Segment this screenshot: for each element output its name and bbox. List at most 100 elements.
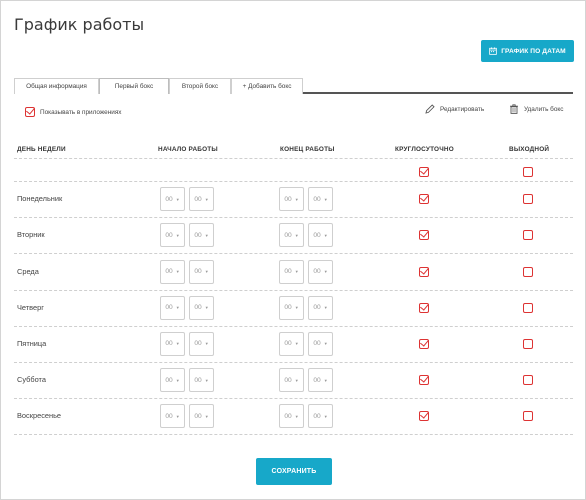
tab-label: Первый бокс	[114, 83, 154, 90]
column-header-start: НАЧАЛО РАБОТЫ	[158, 146, 218, 153]
select-value: 00	[313, 231, 321, 239]
dayoff-checkbox[interactable]	[523, 411, 533, 422]
tab-general-info[interactable]: Общая информация	[14, 78, 99, 94]
allday-checkbox[interactable]	[419, 266, 429, 277]
start-minute-select[interactable]: 00 ▼	[189, 187, 214, 212]
end-minute-select[interactable]: 00 ▼	[308, 368, 333, 393]
row-divider	[14, 398, 573, 400]
all-days-allday-checkbox[interactable]	[419, 167, 429, 177]
caret-down-icon: ▼	[204, 305, 209, 311]
start-minute-select[interactable]: 00 ▼	[189, 368, 214, 393]
row-divider	[14, 325, 573, 327]
tab-second-box[interactable]: Второй бокс	[169, 78, 231, 94]
allday-checkbox[interactable]	[419, 338, 429, 349]
start-hour-select[interactable]: 00 ▼	[160, 187, 185, 212]
caret-down-icon: ▼	[294, 196, 299, 202]
end-hour-select[interactable]: 00 ▼	[279, 331, 304, 356]
row-divider	[14, 217, 573, 219]
end-minute-select[interactable]: 00 ▼	[308, 187, 333, 212]
schedule-by-dates-button[interactable]: ГРАФИК ПО ДАТАМ	[481, 40, 574, 62]
start-minute-select[interactable]: 00 ▼	[189, 223, 214, 248]
caret-down-icon: ▼	[204, 413, 209, 419]
caret-down-icon: ▼	[204, 269, 209, 274]
caret-down-icon: ▼	[323, 377, 328, 383]
row-divider	[14, 181, 573, 182]
end-minute-select[interactable]: 00 ▼	[308, 223, 333, 248]
start-minute-select[interactable]: 00 ▼	[189, 404, 214, 429]
start-hour-select[interactable]: 00 ▼	[160, 368, 185, 393]
start-hour-select[interactable]: 00 ▼	[160, 404, 185, 429]
delete-box-button[interactable]: Удалить бокс	[509, 104, 563, 114]
end-minute-select[interactable]: 00 ▼	[308, 259, 333, 284]
caret-down-icon: ▼	[323, 232, 328, 238]
end-hour-select[interactable]: 00 ▼	[279, 404, 304, 429]
pencil-icon	[425, 104, 435, 114]
caret-down-icon: ▼	[294, 377, 299, 383]
dayoff-checkbox[interactable]	[523, 230, 533, 241]
show-in-app-checkbox[interactable]	[25, 107, 35, 117]
dayoff-checkbox[interactable]	[523, 194, 533, 205]
select-value: 00	[284, 304, 292, 312]
dayoff-checkbox[interactable]	[523, 302, 533, 313]
dayoff-checkbox[interactable]	[523, 266, 533, 277]
end-hour-select[interactable]: 00 ▼	[279, 187, 304, 212]
show-in-app-option: Показывать в приложениях	[25, 107, 121, 117]
start-minute-select[interactable]: 00 ▼	[189, 295, 214, 320]
start-hour-select[interactable]: 00 ▼	[160, 223, 185, 248]
caret-down-icon: ▼	[323, 196, 328, 202]
select-value: 00	[165, 376, 173, 384]
select-value: 00	[284, 268, 292, 275]
caret-down-icon: ▼	[204, 196, 209, 202]
end-hour-select[interactable]: 00 ▼	[279, 223, 304, 248]
allday-checkbox[interactable]	[419, 194, 429, 205]
dayoff-checkbox[interactable]	[523, 338, 533, 349]
trash-icon	[510, 104, 518, 114]
caret-down-icon: ▼	[175, 196, 180, 202]
column-header-dayoff: ВЫХОДНОЙ	[509, 146, 550, 153]
day-label: Вторник	[17, 230, 45, 240]
edit-label: Редактировать	[440, 105, 485, 113]
end-minute-select[interactable]: 00 ▼	[308, 404, 333, 429]
end-hour-select[interactable]: 00 ▼	[279, 295, 304, 320]
start-minute-select[interactable]: 00 ▼	[189, 331, 214, 356]
select-value: 00	[165, 340, 173, 348]
select-value: 00	[313, 376, 321, 384]
save-button[interactable]: СОХРАНИТЬ	[256, 458, 332, 485]
select-value: 00	[165, 231, 173, 239]
edit-button[interactable]: Редактировать	[425, 104, 484, 114]
tab-first-box[interactable]: Первый бокс	[99, 78, 169, 94]
day-label: Суббота	[17, 375, 46, 385]
caret-down-icon: ▼	[294, 305, 299, 311]
row-divider	[14, 434, 573, 436]
dayoff-checkbox[interactable]	[523, 375, 533, 386]
select-value: 00	[313, 268, 321, 275]
select-value: 00	[313, 412, 321, 420]
select-value: 00	[165, 268, 173, 275]
allday-checkbox[interactable]	[419, 411, 429, 422]
all-days-dayoff-checkbox[interactable]	[523, 167, 533, 177]
caret-down-icon: ▼	[294, 413, 299, 419]
day-label: Понедельник	[17, 194, 63, 204]
end-minute-select[interactable]: 00 ▼	[308, 331, 333, 356]
end-hour-select[interactable]: 00 ▼	[279, 259, 304, 284]
caret-down-icon: ▼	[294, 232, 299, 238]
select-value: 00	[194, 376, 202, 384]
row-divider	[14, 362, 573, 363]
tab-add-box[interactable]: + Добавить бокс	[231, 78, 303, 94]
caret-down-icon: ▼	[175, 305, 180, 311]
allday-checkbox[interactable]	[419, 230, 429, 241]
select-value: 00	[194, 268, 202, 275]
end-minute-select[interactable]: 00 ▼	[308, 295, 333, 320]
caret-down-icon: ▼	[323, 341, 328, 347]
caret-down-icon: ▼	[175, 341, 180, 347]
start-hour-select[interactable]: 00 ▼	[160, 331, 185, 356]
start-hour-select[interactable]: 00 ▼	[160, 295, 185, 320]
tab-label: Общая информация	[26, 83, 87, 90]
schedule-by-dates-label: ГРАФИК ПО ДАТАМ	[501, 47, 566, 55]
allday-checkbox[interactable]	[419, 375, 429, 386]
allday-checkbox[interactable]	[419, 302, 429, 313]
caret-down-icon: ▼	[175, 377, 180, 383]
start-minute-select[interactable]: 00 ▼	[189, 259, 214, 284]
end-hour-select[interactable]: 00 ▼	[279, 368, 304, 393]
start-hour-select[interactable]: 00 ▼	[160, 259, 185, 284]
